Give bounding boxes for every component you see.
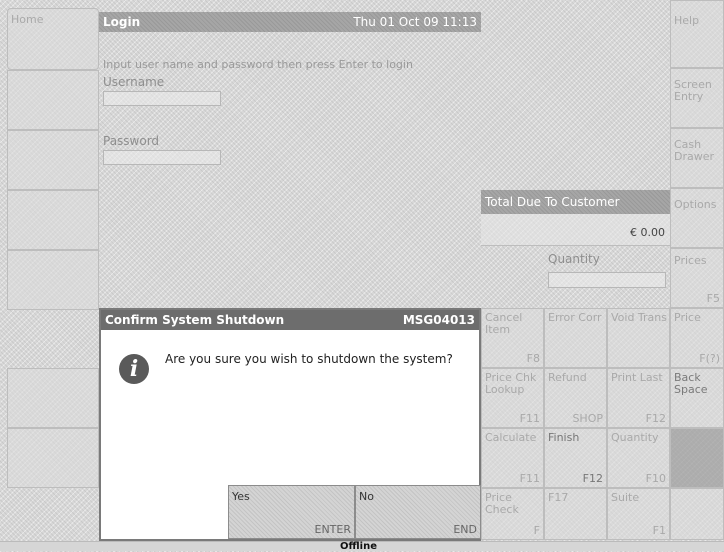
password-field[interactable]: [103, 150, 221, 165]
key-code: F12: [645, 412, 666, 425]
print-last-button[interactable]: Print Last F12: [607, 368, 670, 428]
key-code: F8: [526, 352, 540, 365]
left-tile: [7, 130, 99, 190]
key-label: Price Chk Lookup: [485, 371, 537, 396]
key-code: F10: [645, 472, 666, 485]
prices-button[interactable]: Prices F5: [670, 248, 724, 308]
price-check-button[interactable]: Price Check F: [481, 488, 544, 540]
finish-button[interactable]: Finish F12: [544, 428, 607, 488]
suite-button[interactable]: Suite F1: [607, 488, 670, 540]
key-code: F: [533, 524, 540, 537]
quantity-label: Quantity: [548, 252, 600, 266]
quantity-button[interactable]: Quantity F10: [607, 428, 670, 488]
dialog-message: Are you sure you wish to shutdown the sy…: [165, 352, 453, 366]
prices-label: Prices: [674, 254, 707, 267]
username-label: Username: [103, 75, 165, 89]
key-code: F11: [519, 472, 540, 485]
key-label: Quantity: [611, 431, 659, 444]
void-trans-button[interactable]: Void Trans: [607, 308, 670, 368]
login-header: Login Thu 01 Oct 09 11:13: [99, 12, 481, 32]
dialog-title: Confirm System Shutdown: [105, 313, 285, 327]
right-dark-tile[interactable]: [670, 428, 724, 488]
key-label: Suite: [611, 491, 640, 504]
error-corr-button[interactable]: Error Corr: [544, 308, 607, 368]
login-datetime: Thu 01 Oct 09 11:13: [353, 15, 477, 29]
key-label: Calculate: [485, 431, 537, 444]
quantity-field[interactable]: [548, 272, 666, 288]
no-button[interactable]: No END: [355, 485, 481, 539]
key-code: SHOP: [572, 412, 603, 425]
key-label: Void Trans: [611, 311, 668, 324]
home-tab[interactable]: Home: [7, 8, 99, 70]
price-key: F(?): [699, 352, 720, 365]
cash-drawer-button[interactable]: Cash Drawer: [670, 128, 724, 188]
left-tile: [7, 428, 99, 488]
right-tile: [670, 488, 724, 540]
total-header: Total Due To Customer: [481, 190, 670, 214]
help-button[interactable]: Help: [670, 0, 724, 68]
options-button[interactable]: Options: [670, 188, 724, 248]
key-code: F11: [519, 412, 540, 425]
cash-drawer-label: Cash Drawer: [674, 138, 715, 163]
key-label: Finish: [548, 431, 580, 444]
yes-key: ENTER: [314, 523, 352, 536]
dialog-code: MSG04013: [402, 313, 475, 327]
f17-button[interactable]: F17: [544, 488, 607, 540]
key-label: Print Last: [611, 371, 663, 384]
left-tile: [7, 368, 99, 428]
key-label: Refund: [548, 371, 587, 384]
cancel-item-button[interactable]: Cancel Item F8: [481, 308, 544, 368]
login-instruction: Input user name and password then press …: [103, 58, 413, 71]
status-bar: Offline: [0, 541, 724, 552]
yes-label: Yes: [232, 490, 250, 503]
screen-entry-label: Screen Entry: [674, 78, 712, 103]
yes-button[interactable]: Yes ENTER: [228, 485, 355, 539]
options-label: Options: [674, 198, 717, 211]
price-label: Price: [674, 311, 701, 324]
left-tile: [7, 190, 99, 250]
calculate-button[interactable]: Calculate F11: [481, 428, 544, 488]
username-field[interactable]: [103, 91, 221, 106]
total-value: € 0.00: [630, 226, 665, 239]
price-button[interactable]: Price F(?): [670, 308, 724, 368]
backspace-label: Back Space: [674, 371, 708, 396]
help-label: Help: [674, 14, 700, 27]
key-label: F17: [548, 491, 569, 504]
confirm-shutdown-dialog: Confirm System Shutdown MSG04013 i Are y…: [99, 308, 481, 541]
dialog-title-bar: Confirm System Shutdown MSG04013: [101, 310, 479, 330]
no-label: No: [359, 490, 374, 503]
price-chk-button[interactable]: Price Chk Lookup F11: [481, 368, 544, 428]
refund-button[interactable]: Refund SHOP: [544, 368, 607, 428]
no-key: END: [453, 523, 477, 536]
total-row: € 0.00: [481, 214, 670, 246]
password-label: Password: [103, 134, 160, 148]
total-label: Total Due To Customer: [485, 195, 620, 209]
left-tile: [7, 250, 99, 310]
home-label: Home: [11, 13, 44, 26]
backspace-button[interactable]: Back Space: [670, 368, 724, 428]
key-label: Cancel Item: [485, 311, 523, 336]
info-icon: i: [119, 354, 149, 384]
screen-entry-button[interactable]: Screen Entry: [670, 68, 724, 128]
login-title: Login: [103, 15, 141, 29]
key-code: F12: [582, 472, 603, 485]
prices-key: F5: [706, 292, 720, 305]
left-tile: [7, 70, 99, 130]
key-label: Price Check: [485, 491, 519, 516]
key-code: F1: [652, 524, 666, 537]
key-label: Error Corr: [548, 311, 602, 324]
